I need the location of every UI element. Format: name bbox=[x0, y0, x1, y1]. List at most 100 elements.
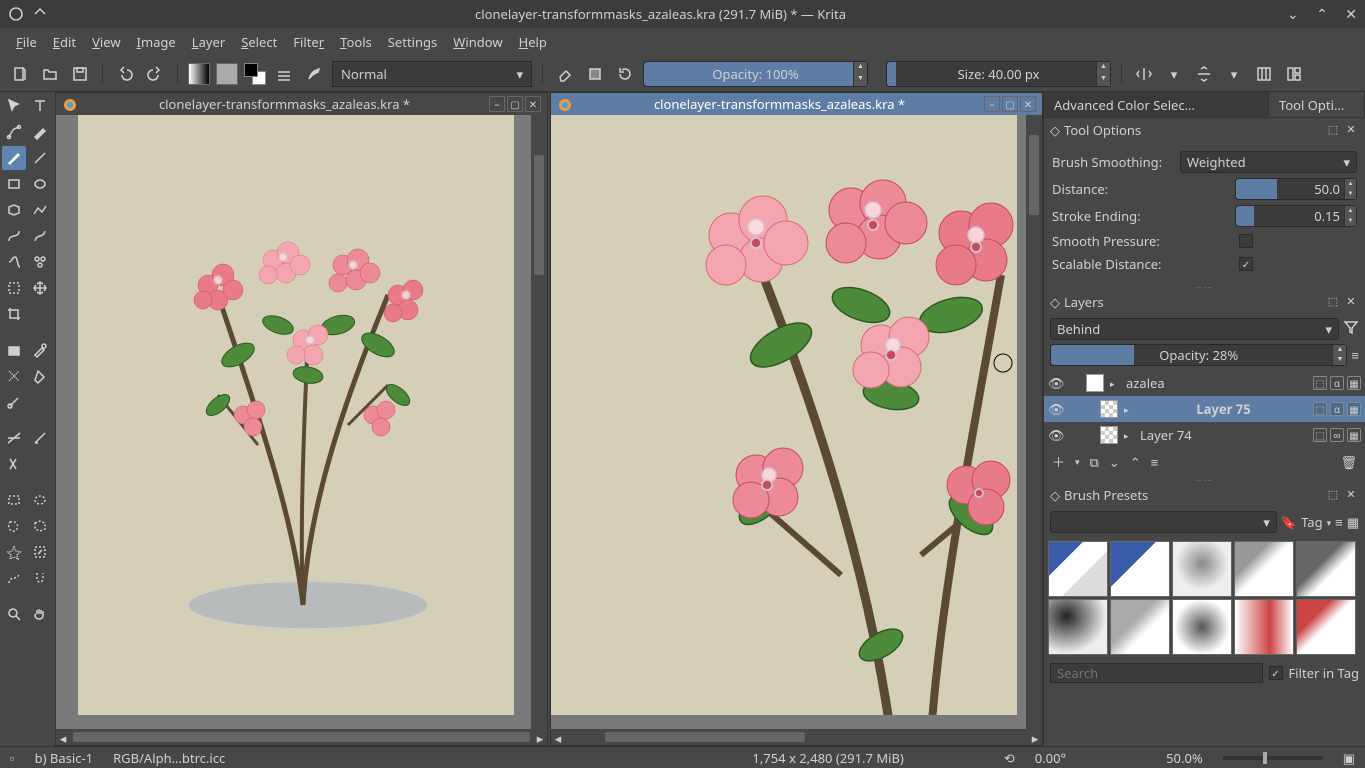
save-file-button[interactable] bbox=[68, 62, 92, 86]
color-swatch[interactable] bbox=[244, 63, 266, 85]
list-view-button[interactable]: ≡ bbox=[1335, 513, 1343, 531]
float-button[interactable]: ⬚ bbox=[1325, 122, 1341, 138]
alpha-icon[interactable]: α bbox=[1330, 402, 1344, 416]
menu-image[interactable]: Image bbox=[131, 30, 182, 54]
move-up-button[interactable]: ⌃ bbox=[1130, 453, 1141, 471]
menu-file[interactable]: File bbox=[10, 30, 43, 54]
line-tool[interactable] bbox=[28, 146, 52, 170]
layer-row[interactable]: 👁 ▸ Layer 74 ⬚∞▦ bbox=[1044, 422, 1365, 448]
magnetic-select-tool[interactable] bbox=[28, 566, 52, 590]
brush-preset[interactable] bbox=[1296, 599, 1356, 655]
pin-icon[interactable] bbox=[32, 4, 48, 24]
minimize-button[interactable]: ⌄ bbox=[1287, 5, 1299, 24]
freehand-select-tool[interactable] bbox=[2, 514, 26, 538]
color-picker-tool[interactable] bbox=[28, 338, 52, 362]
canvas-1[interactable] bbox=[56, 115, 547, 729]
lock-icon[interactable]: ⬚ bbox=[1313, 428, 1327, 442]
select-mode-icon[interactable]: ▫ bbox=[10, 749, 15, 767]
brush-preset[interactable] bbox=[1172, 541, 1232, 597]
reload-preset-button[interactable] bbox=[613, 62, 637, 86]
mirror-h-button[interactable] bbox=[1132, 62, 1156, 86]
rectangle-tool[interactable] bbox=[2, 172, 26, 196]
preset-search-input[interactable] bbox=[1050, 663, 1263, 683]
layer-row[interactable]: 👁 ▸ azalea ⬚α▦ bbox=[1044, 370, 1365, 396]
expand-icon[interactable]: ▸ bbox=[1124, 403, 1134, 416]
gradient-swatch[interactable] bbox=[188, 63, 210, 85]
eraser-mode-button[interactable] bbox=[553, 62, 577, 86]
edit-shapes-tool[interactable] bbox=[2, 120, 26, 144]
close-panel-button[interactable]: ✕ bbox=[1343, 487, 1359, 503]
expand-icon[interactable]: ▸ bbox=[1124, 429, 1134, 442]
panel-grip[interactable]: ⋯⋯ bbox=[1044, 282, 1365, 290]
smoothing-combo[interactable]: Weighted▾ bbox=[1180, 151, 1357, 173]
duplicate-layer-button[interactable]: ⧉ bbox=[1090, 453, 1099, 471]
menu-layer[interactable]: Layer bbox=[186, 30, 231, 54]
tab-advanced-color[interactable]: Advanced Color Selec… bbox=[1044, 92, 1269, 117]
panel-grip[interactable]: ⋯⋯ bbox=[1044, 475, 1365, 483]
expand-icon[interactable]: ▸ bbox=[1110, 377, 1120, 390]
brush-preset[interactable] bbox=[1234, 541, 1294, 597]
crop-tool[interactable] bbox=[2, 302, 26, 326]
move-tool[interactable] bbox=[2, 94, 26, 118]
undo-button[interactable] bbox=[113, 62, 137, 86]
menu-edit[interactable]: Edit bbox=[47, 30, 82, 54]
wrap-button[interactable] bbox=[1252, 62, 1276, 86]
canvas-2[interactable] bbox=[551, 115, 1042, 729]
bookmark-icon[interactable]: 🔖 bbox=[1281, 513, 1297, 531]
alpha-icon[interactable]: ∞ bbox=[1330, 428, 1344, 442]
brush-preset[interactable] bbox=[1048, 599, 1108, 655]
zoom-slider[interactable] bbox=[1223, 756, 1323, 760]
smart-patch-tool[interactable] bbox=[2, 364, 26, 388]
blend-mode-combo[interactable]: Normal ▾ bbox=[332, 61, 532, 87]
transform-tool[interactable] bbox=[2, 276, 26, 300]
float-button[interactable]: ⬚ bbox=[1325, 487, 1341, 503]
menu-help[interactable]: Help bbox=[513, 30, 553, 54]
scrollbar-v[interactable] bbox=[531, 115, 547, 729]
add-layer-button[interactable]: ＋ bbox=[1052, 452, 1065, 471]
polygon-tool[interactable] bbox=[2, 198, 26, 222]
menu-select[interactable]: Select bbox=[235, 30, 283, 54]
scrollbar-v[interactable] bbox=[1026, 115, 1042, 729]
measure-tool[interactable] bbox=[28, 426, 52, 450]
mirror-v-chevron-icon[interactable]: ▾ bbox=[1222, 62, 1246, 86]
brush-preset[interactable] bbox=[1110, 541, 1170, 597]
menu-tools[interactable]: Tools bbox=[334, 30, 378, 54]
filter-icon[interactable] bbox=[1343, 319, 1359, 339]
open-file-button[interactable] bbox=[38, 62, 62, 86]
doc-min-button[interactable]: – bbox=[489, 96, 505, 112]
doc-max-button[interactable]: ▢ bbox=[507, 96, 523, 112]
pan-tool[interactable] bbox=[28, 602, 52, 626]
polygon-select-tool[interactable] bbox=[28, 514, 52, 538]
polyline-tool[interactable] bbox=[28, 198, 52, 222]
bezier-tool[interactable] bbox=[2, 224, 26, 248]
ellipse-select-tool[interactable] bbox=[28, 488, 52, 512]
gradient-tool[interactable] bbox=[2, 390, 26, 414]
rotate-icon[interactable]: ⟲ bbox=[1004, 749, 1015, 767]
document-titlebar-2[interactable]: clonelayer-transformmasks_azaleas.kra * … bbox=[551, 93, 1042, 115]
smooth-pressure-checkbox[interactable] bbox=[1239, 234, 1253, 248]
close-panel-button[interactable]: ✕ bbox=[1343, 294, 1359, 310]
ellipse-tool[interactable] bbox=[28, 172, 52, 196]
size-slider[interactable]: Size: 40.00 px ▲▼ bbox=[886, 61, 1111, 87]
lock-icon[interactable]: ⬚ bbox=[1313, 402, 1327, 416]
smart-fill-tool[interactable] bbox=[28, 364, 52, 388]
scrollbar-h[interactable]: ◂▸ bbox=[551, 729, 1042, 745]
fill-tool[interactable] bbox=[2, 338, 26, 362]
grid-view-button[interactable]: ▦ bbox=[1347, 513, 1359, 531]
inherit-icon[interactable]: ▦ bbox=[1347, 428, 1361, 442]
brush-settings-button[interactable] bbox=[272, 62, 296, 86]
layer-opacity-slider[interactable]: Opacity: 28% ▲▼ bbox=[1050, 344, 1347, 366]
float-button[interactable]: ⬚ bbox=[1325, 294, 1341, 310]
assistant-tool[interactable] bbox=[2, 426, 26, 450]
layer-blend-combo[interactable]: Behind▾ bbox=[1050, 318, 1339, 340]
brush-preset[interactable] bbox=[1234, 599, 1294, 655]
inherit-icon[interactable]: ▦ bbox=[1347, 402, 1361, 416]
scalable-distance-checkbox[interactable]: ✓ bbox=[1239, 257, 1253, 271]
pattern-swatch[interactable] bbox=[216, 63, 238, 85]
dynamic-brush-tool[interactable] bbox=[2, 250, 26, 274]
document-titlebar-1[interactable]: clonelayer-transformmasks_azaleas.kra * … bbox=[56, 93, 547, 115]
freehand-brush-tool[interactable] bbox=[2, 146, 26, 170]
calligraphy-tool[interactable] bbox=[28, 120, 52, 144]
zoom-tool[interactable] bbox=[2, 602, 26, 626]
delete-layer-button[interactable]: 🗑 bbox=[1340, 453, 1357, 471]
